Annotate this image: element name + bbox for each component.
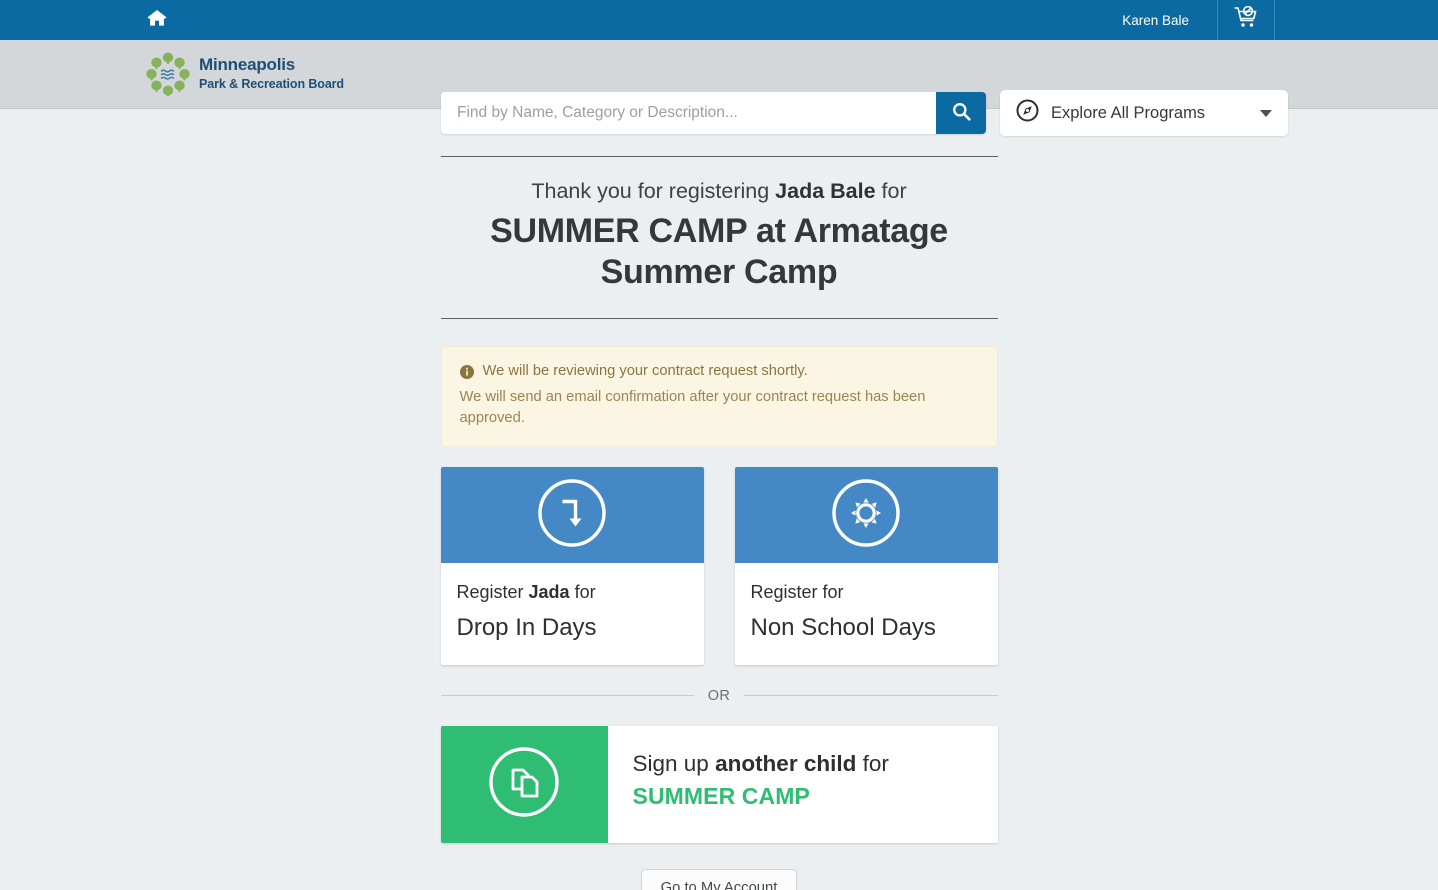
content-column: Thank you for registering Jada Bale for … [440,156,998,890]
divider-line-right [744,695,998,697]
confirmation-heading: Thank you for registering Jada Bale for … [440,156,998,319]
site-logo[interactable]: Minneapolis Park & Recreation Board [146,52,344,96]
logo-line-1: Minneapolis [199,55,296,75]
account-menu[interactable]: Karen Bale [1108,0,1217,40]
card-drop-in-days-body: Register Jada for Drop In Days [441,563,704,664]
go-to-my-account-button[interactable]: Go to My Account [640,868,798,890]
divider-line-left [440,695,694,697]
card-drop-in-days-header [440,467,704,564]
info-circle-icon [459,364,474,383]
card-sub-prefix: Register for [750,582,844,603]
participant-name: Jada Bale [775,179,876,203]
card-drop-in-days-title: Drop In Days [456,613,597,641]
or-divider: OR [440,687,998,704]
card-non-school-days[interactable]: Register for Non School Days [734,467,998,665]
card-drop-in-days-subtitle: Register Jada for [457,581,688,604]
thanks-prefix: Thank you for registering [531,179,776,203]
wide-card-subtitle: Sign up another child for [633,750,889,778]
copy-documents-icon [485,743,563,826]
search-submit-button[interactable] [936,92,986,134]
card-sub-suffix: for [569,582,596,603]
logo-text: Minneapolis Park & Recreation Board [199,55,344,93]
card-sign-up-another-child[interactable]: Sign up another child for SUMMER CAMP [440,725,998,843]
empty-cart-icon [1233,5,1259,35]
card-sub-bold: Jada [528,582,570,603]
wide-sub-prefix: Sign up [632,750,716,776]
or-label: OR [707,687,731,704]
contract-review-alert: We will be reviewing your contract reque… [440,345,998,448]
wide-card-title: SUMMER CAMP [632,782,810,809]
logo-line-2: Park & Recreation Board [199,77,344,91]
explore-label: Explore All Programs [1051,103,1206,122]
search-icon [952,102,971,124]
chevron-down-icon [1260,109,1272,117]
card-sign-up-another-child-iconbox [440,725,608,843]
site-header: Minneapolis Park & Recreation Board Expl… [0,40,1438,136]
alert-title-row: We will be reviewing your contract reque… [459,362,979,383]
mpls-park-board-logo-icon [146,52,190,96]
explore-all-programs-dropdown[interactable]: Explore All Programs [1000,90,1288,136]
thank-you-line: Thank you for registering Jada Bale for [441,179,998,205]
alert-title-text: We will be reviewing your contract reque… [482,362,808,379]
card-sign-up-another-child-body: Sign up another child for SUMMER CAMP [608,726,889,843]
cart-button[interactable] [1217,0,1275,40]
home-icon [147,9,167,32]
registration-card-row: Register Jada for Drop In Days Register … [440,467,998,665]
search-bar [441,92,986,134]
page-title: SUMMER CAMP at Armatage Summer Camp [490,211,948,292]
wide-sub-bold: another child [715,750,857,776]
search-input[interactable] [441,92,936,134]
footer-actions: Go to My Account [441,868,998,890]
card-non-school-days-title: Non School Days [750,613,936,641]
level-down-arrow-icon [535,476,609,555]
compass-icon [1016,99,1039,127]
card-non-school-days-body: Register for Non School Days [735,563,998,664]
page-body: Thank you for registering Jada Bale for … [0,109,1438,890]
sun-icon [829,476,903,555]
thanks-suffix: for [875,179,907,203]
topbar-right-group: Karen Bale [1108,0,1438,40]
card-non-school-days-header [734,467,998,564]
card-drop-in-days[interactable]: Register Jada for Drop In Days [440,467,704,665]
alert-body-text: We will send an email confirmation after… [459,388,926,427]
card-non-school-days-subtitle: Register for [751,581,982,604]
card-sub-prefix: Register [456,582,529,603]
home-button[interactable] [146,9,168,31]
top-utility-bar: Karen Bale [0,0,1438,40]
wide-sub-suffix: for [856,750,889,776]
